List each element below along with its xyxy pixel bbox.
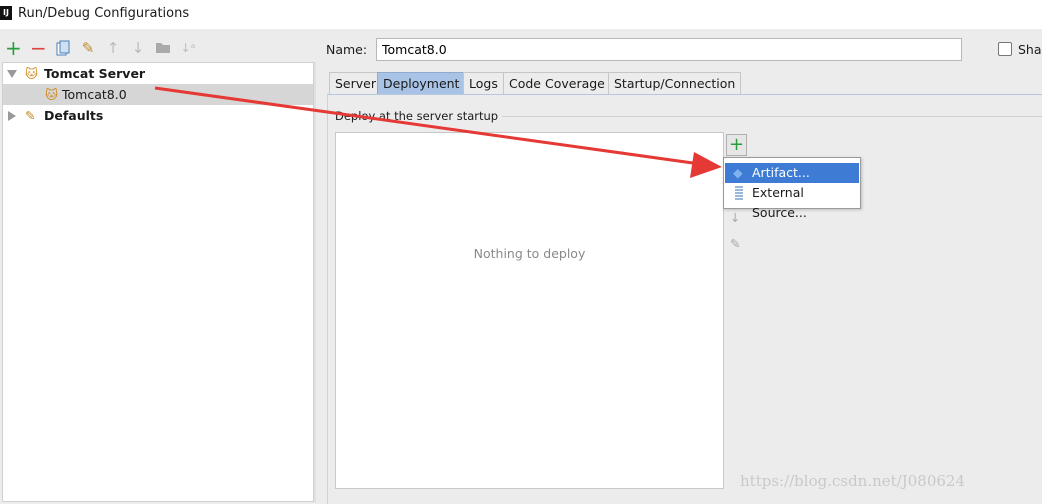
- watermark: https://blog.csdn.net/J080624: [740, 472, 965, 490]
- annotation-arrow: [154, 86, 722, 178]
